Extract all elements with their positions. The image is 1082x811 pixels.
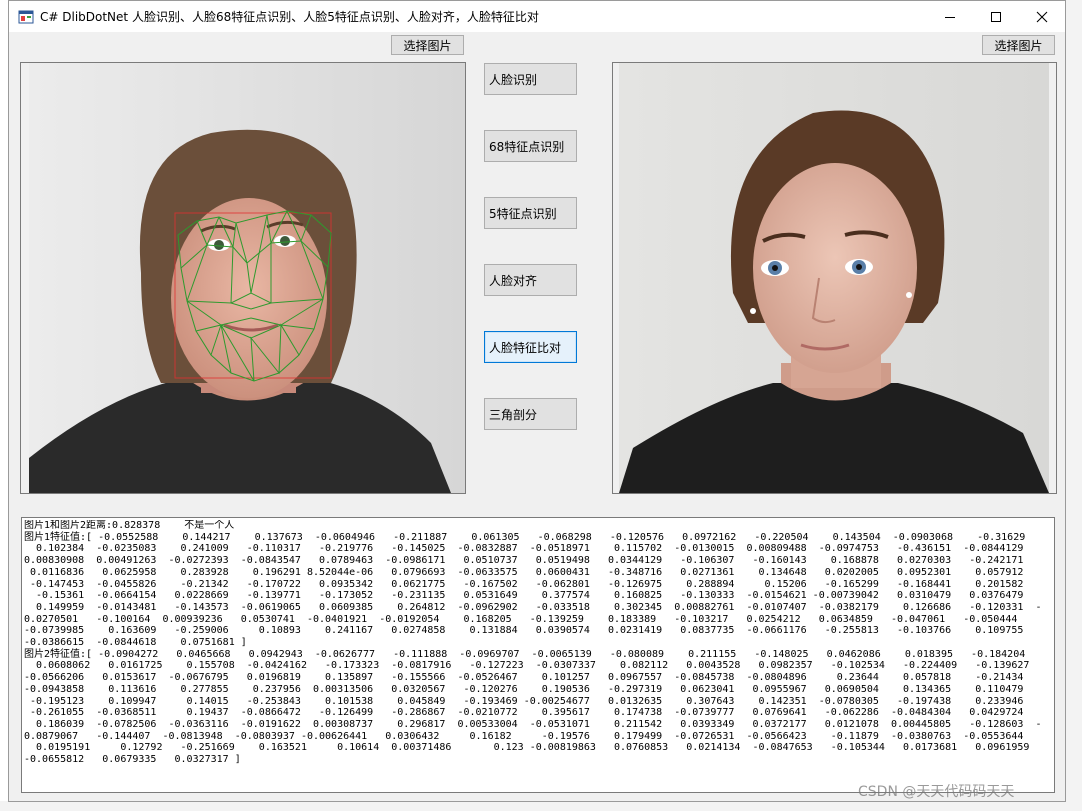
output-line: -0.0943858 0.113616 0.277855 0.237956 0.… (24, 683, 1024, 695)
output-line: -0.261055 -0.0368511 0.19437 -0.0866472 … (24, 707, 1024, 719)
app-window: C# DlibDotNet 人脸识别、人脸68特征点识别、人脸5特征点识别、人脸… (8, 0, 1066, 802)
triangulation-button[interactable]: 三角剖分 (484, 398, 577, 430)
app-form-icon (18, 10, 34, 23)
output-line: -0.0739985 0.163609 -0.259006 0.10893 0.… (24, 625, 1024, 637)
output-line: 0.0270501 -0.100164 0.00939236 0.0530741… (24, 613, 1018, 625)
ide-background-right (1065, 0, 1082, 811)
csdn-watermark: CSDN @天天代码码天天 (858, 784, 1015, 800)
maximize-icon (991, 11, 1001, 22)
right-picture-box (612, 62, 1057, 494)
output-line: 0.102384 -0.0235083 0.241009 -0.110317 -… (24, 543, 1024, 555)
maximize-button[interactable] (973, 1, 1019, 32)
face-align-button[interactable]: 人脸对齐 (484, 264, 577, 296)
feature-compare-button[interactable]: 人脸特征比对 (484, 331, 577, 363)
right-face-image (613, 63, 1056, 493)
output-line: 0.186039 -0.0782506 -0.0363116 -0.019162… (24, 718, 1042, 730)
window-title: C# DlibDotNet 人脸识别、人脸68特征点识别、人脸5特征点识别、人脸… (40, 10, 539, 24)
window-controls (927, 1, 1065, 32)
output-line: 0.0608062 0.0161725 0.155708 -0.0424162 … (24, 660, 1030, 672)
select-image-right-button[interactable]: 选择图片 (982, 35, 1055, 55)
output-line: -0.195123 0.109947 0.14015 -0.253843 0.1… (24, 695, 1024, 707)
output-line: -0.0655812 0.0679335 0.0327317 ] (24, 754, 241, 766)
left-face-image (21, 63, 465, 493)
close-icon (1036, 11, 1048, 22)
ide-background-bottom (0, 801, 1082, 811)
close-button[interactable] (1019, 1, 1065, 32)
output-line: -0.15361 -0.0664154 0.0228669 -0.139771 … (24, 590, 1024, 602)
title-bar[interactable]: C# DlibDotNet 人脸识别、人脸68特征点识别、人脸5特征点识别、人脸… (9, 1, 1065, 32)
output-line: 0.0116836 0.0625958 0.283928 0.196291 8.… (24, 566, 1024, 578)
output-textbox[interactable]: 图片1和图片2距离:0.828378 不是一个人 图片1特征值:[ -0.055… (21, 517, 1055, 793)
output-line: -0.0386615 -0.0844618 0.0751681 ] (24, 637, 247, 649)
minimize-button[interactable] (927, 1, 973, 32)
output-line: 图片1和图片2距离:0.828378 不是一个人 (24, 520, 235, 531)
output-line: 0.00830908 0.00491263 -0.0272393 -0.0843… (24, 555, 1024, 567)
output-line: 图片1特征值:[ -0.0552588 0.144217 0.137673 -0… (24, 531, 1026, 543)
landmark-5-button[interactable]: 5特征点识别 (484, 197, 577, 229)
minimize-icon (945, 16, 955, 18)
output-line: -0.147453 -0.0455826 -0.21342 -0.170722 … (24, 578, 1024, 590)
output-line: 0.149959 -0.0143481 -0.143573 -0.0619065… (24, 601, 1042, 613)
output-line: 图片2特征值:[ -0.0904272 0.0465668 0.0942943 … (24, 648, 1026, 660)
output-line: 0.0879067 -0.144407 -0.0813948 -0.080393… (24, 730, 1024, 742)
output-line: 0.0195191 0.12792 -0.251669 0.163521 0.1… (24, 742, 1030, 754)
face-detect-button[interactable]: 人脸识别 (484, 63, 577, 95)
output-text: 图片1和图片2距离:0.828378 不是一个人 图片1特征值:[ -0.055… (24, 520, 1052, 790)
select-image-left-button[interactable]: 选择图片 (391, 35, 464, 55)
landmark-68-button[interactable]: 68特征点识别 (484, 130, 577, 162)
left-picture-box (20, 62, 466, 494)
output-line: -0.0566206 0.0153617 -0.0676795 0.019681… (24, 672, 1024, 684)
